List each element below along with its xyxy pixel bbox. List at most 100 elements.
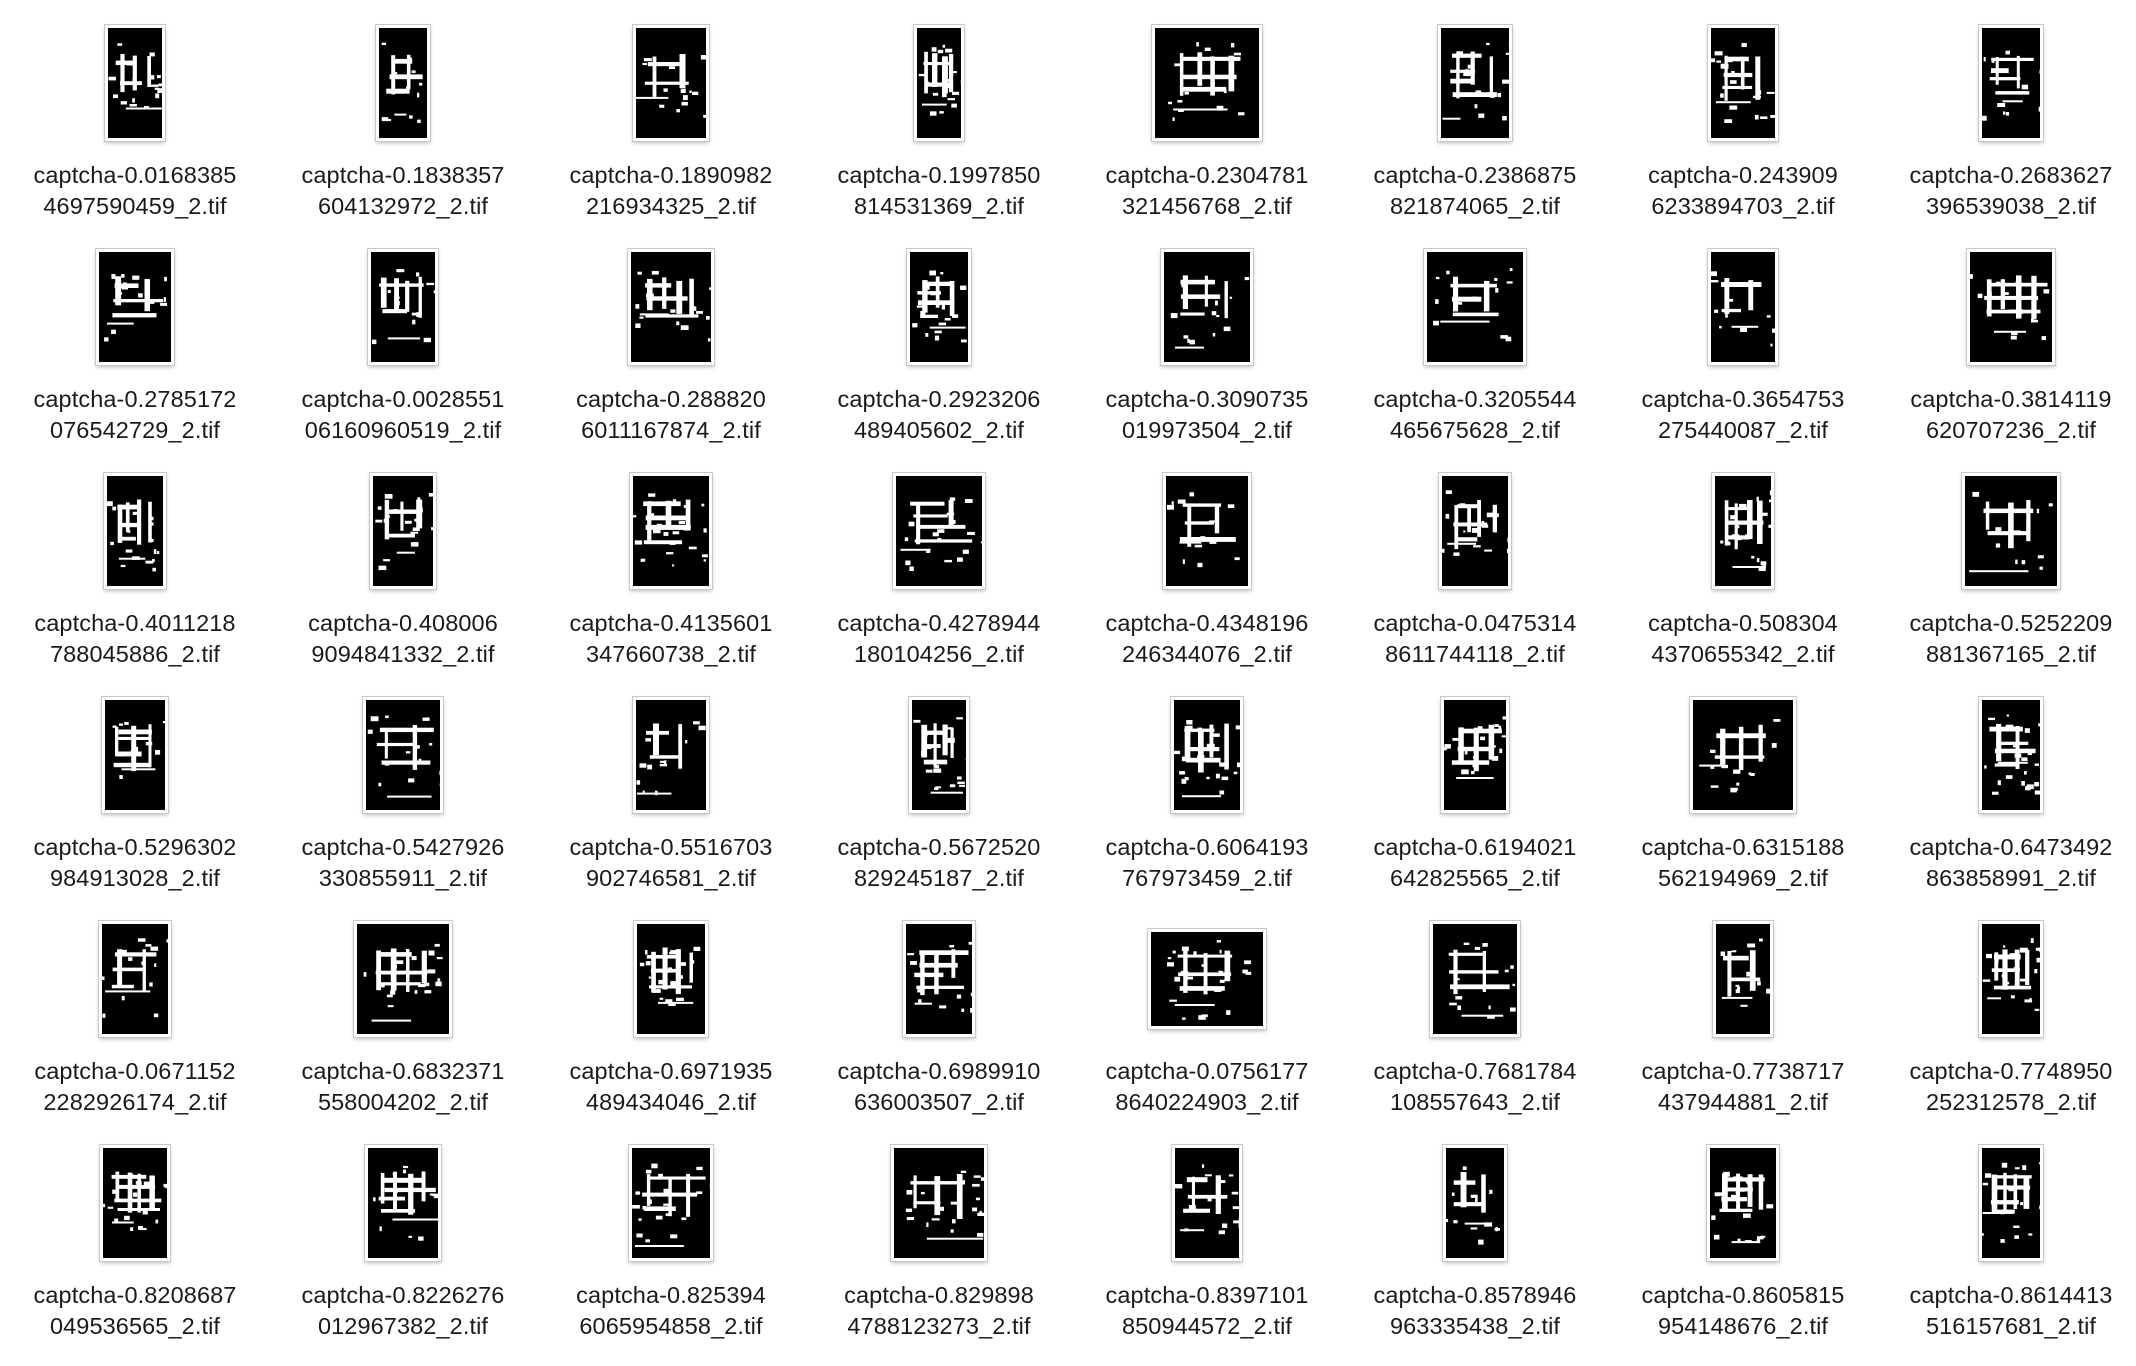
file-item[interactable]: captcha-0.2386875821874065_2.tif: [1341, 22, 1609, 246]
file-item[interactable]: captcha-0.6989910636003507_2.tif: [805, 918, 1073, 1142]
file-name[interactable]: captcha-0.1890982216934325_2.tif: [537, 160, 805, 222]
captcha-thumbnail-image[interactable]: [1152, 25, 1262, 141]
file-item[interactable]: captcha-0.5252209881367165_2.tif: [1877, 470, 2136, 694]
captcha-thumbnail-image[interactable]: [903, 921, 975, 1037]
captcha-thumbnail-image[interactable]: [909, 697, 969, 813]
captcha-thumbnail-image[interactable]: [1171, 697, 1243, 813]
file-name[interactable]: captcha-0.2888206011167874_2.tif: [537, 384, 805, 446]
captcha-thumbnail-image[interactable]: [368, 249, 438, 365]
file-name[interactable]: captcha-0.8397101850944572_2.tif: [1073, 1280, 1341, 1342]
captcha-thumbnail-image[interactable]: [1690, 697, 1796, 813]
captcha-thumbnail-image[interactable]: [1443, 1145, 1507, 1261]
captcha-thumbnail-image[interactable]: [1979, 921, 2043, 1037]
file-name[interactable]: captcha-0.8605815954148676_2.tif: [1609, 1280, 1877, 1342]
file-name[interactable]: captcha-0.2683627396539038_2.tif: [1877, 160, 2136, 222]
captcha-thumbnail-image[interactable]: [363, 697, 443, 813]
file-item[interactable]: captcha-0.2439096233894703_2.tif: [1609, 22, 1877, 246]
file-name[interactable]: captcha-0.1997850814531369_2.tif: [805, 160, 1073, 222]
captcha-thumbnail-image[interactable]: [1979, 697, 2043, 813]
file-item[interactable]: captcha-0.2304781321456768_2.tif: [1073, 22, 1341, 246]
file-item[interactable]: captcha-0.8605815954148676_2.tif: [1609, 1142, 1877, 1366]
file-item[interactable]: captcha-0.8298984788123273_2.tif: [805, 1142, 1073, 1366]
file-item[interactable]: captcha-0.5083044370655342_2.tif: [1609, 470, 1877, 694]
captcha-thumbnail-image[interactable]: [370, 473, 436, 589]
captcha-thumbnail-image[interactable]: [1979, 1145, 2043, 1261]
file-name[interactable]: captcha-0.6315188562194969_2.tif: [1609, 832, 1877, 894]
file-name[interactable]: captcha-0.8208687049536565_2.tif: [1, 1280, 269, 1342]
file-name[interactable]: captcha-0.7738717437944881_2.tif: [1609, 1056, 1877, 1118]
captcha-thumbnail-image[interactable]: [1161, 249, 1253, 365]
file-name[interactable]: captcha-0.1838357604132972_2.tif: [269, 160, 537, 222]
file-name[interactable]: captcha-0.6971935489434046_2.tif: [537, 1056, 805, 1118]
captcha-thumbnail-image[interactable]: [1163, 473, 1251, 589]
captcha-thumbnail-image[interactable]: [1708, 249, 1778, 365]
file-name[interactable]: captcha-0.8226276012967382_2.tif: [269, 1280, 537, 1342]
file-item[interactable]: captcha-0.5427926330855911_2.tif: [269, 694, 537, 918]
file-name[interactable]: captcha-0.01683854697590459_2.tif: [1, 160, 269, 222]
file-item[interactable]: captcha-0.8253946065954858_2.tif: [537, 1142, 805, 1366]
file-item[interactable]: captcha-0.8226276012967382_2.tif: [269, 1142, 537, 1366]
captcha-thumbnail-image[interactable]: [1148, 929, 1266, 1029]
captcha-thumbnail-image[interactable]: [1979, 25, 2043, 141]
captcha-thumbnail-image[interactable]: [914, 25, 964, 141]
file-item[interactable]: captcha-0.01683854697590459_2.tif: [1, 22, 269, 246]
captcha-thumbnail-image[interactable]: [354, 921, 452, 1037]
file-name[interactable]: captcha-0.6473492863858991_2.tif: [1877, 832, 2136, 894]
file-item[interactable]: captcha-0.6194021642825565_2.tif: [1341, 694, 1609, 918]
file-item[interactable]: captcha-0.5296302984913028_2.tif: [1, 694, 269, 918]
file-name[interactable]: captcha-0.7748950252312578_2.tif: [1877, 1056, 2136, 1118]
file-name[interactable]: captcha-0.8578946963335438_2.tif: [1341, 1280, 1609, 1342]
file-item[interactable]: captcha-0.6064193767973459_2.tif: [1073, 694, 1341, 918]
file-item[interactable]: captcha-0.5672520829245187_2.tif: [805, 694, 1073, 918]
file-name[interactable]: captcha-0.6194021642825565_2.tif: [1341, 832, 1609, 894]
file-name[interactable]: captcha-0.4135601347660738_2.tif: [537, 608, 805, 670]
file-item[interactable]: captcha-0.2923206489405602_2.tif: [805, 246, 1073, 470]
captcha-thumbnail-image[interactable]: [1708, 25, 1778, 141]
captcha-thumbnail-image[interactable]: [633, 697, 709, 813]
captcha-thumbnail-image[interactable]: [102, 697, 168, 813]
file-name[interactable]: captcha-0.3090735019973504_2.tif: [1073, 384, 1341, 446]
captcha-thumbnail-image[interactable]: [96, 249, 174, 365]
file-item[interactable]: captcha-0.3205544465675628_2.tif: [1341, 246, 1609, 470]
captcha-thumbnail-image[interactable]: [1713, 921, 1773, 1037]
captcha-thumbnail-image[interactable]: [893, 473, 985, 589]
file-name[interactable]: captcha-0.07561778640224903_2.tif: [1073, 1056, 1341, 1118]
file-item[interactable]: captcha-0.3814119620707236_2.tif: [1877, 246, 2136, 470]
file-item[interactable]: captcha-0.8578946963335438_2.tif: [1341, 1142, 1609, 1366]
file-name[interactable]: captcha-0.4278944180104256_2.tif: [805, 608, 1073, 670]
file-name[interactable]: captcha-0.5296302984913028_2.tif: [1, 832, 269, 894]
file-name[interactable]: captcha-0.5252209881367165_2.tif: [1877, 608, 2136, 670]
file-item[interactable]: captcha-0.8397101850944572_2.tif: [1073, 1142, 1341, 1366]
captcha-thumbnail-image[interactable]: [1439, 473, 1511, 589]
file-item[interactable]: captcha-0.1890982216934325_2.tif: [537, 22, 805, 246]
file-name[interactable]: captcha-0.5427926330855911_2.tif: [269, 832, 537, 894]
file-item[interactable]: captcha-0.4011218788045886_2.tif: [1, 470, 269, 694]
file-item[interactable]: captcha-0.2888206011167874_2.tif: [537, 246, 805, 470]
captcha-thumbnail-image[interactable]: [105, 25, 165, 141]
captcha-thumbnail-image[interactable]: [1712, 473, 1774, 589]
captcha-thumbnail-image[interactable]: [891, 1145, 987, 1261]
file-name[interactable]: captcha-0.3814119620707236_2.tif: [1877, 384, 2136, 446]
file-item[interactable]: captcha-0.6971935489434046_2.tif: [537, 918, 805, 1142]
file-item[interactable]: captcha-0.06711522282926174_2.tif: [1, 918, 269, 1142]
captcha-thumbnail-image[interactable]: [1438, 25, 1512, 141]
file-name[interactable]: captcha-0.5083044370655342_2.tif: [1609, 608, 1877, 670]
file-item[interactable]: captcha-0.8614413516157681_2.tif: [1877, 1142, 2136, 1366]
file-item[interactable]: captcha-0.07561778640224903_2.tif: [1073, 918, 1341, 1142]
file-name[interactable]: captcha-0.7681784108557643_2.tif: [1341, 1056, 1609, 1118]
captcha-thumbnail-image[interactable]: [1424, 249, 1526, 365]
file-item[interactable]: captcha-0.002855106160960519_2.tif: [269, 246, 537, 470]
file-item[interactable]: captcha-0.3090735019973504_2.tif: [1073, 246, 1341, 470]
captcha-thumbnail-image[interactable]: [1441, 697, 1509, 813]
captcha-thumbnail-image[interactable]: [1430, 921, 1520, 1037]
file-name[interactable]: captcha-0.8614413516157681_2.tif: [1877, 1280, 2136, 1342]
file-name[interactable]: captcha-0.3205544465675628_2.tif: [1341, 384, 1609, 446]
file-item[interactable]: captcha-0.4080069094841332_2.tif: [269, 470, 537, 694]
file-name[interactable]: captcha-0.06711522282926174_2.tif: [1, 1056, 269, 1118]
captcha-thumbnail-image[interactable]: [1967, 249, 2055, 365]
file-name[interactable]: captcha-0.4348196246344076_2.tif: [1073, 608, 1341, 670]
captcha-thumbnail-image[interactable]: [628, 249, 714, 365]
captcha-thumbnail-image[interactable]: [99, 921, 171, 1037]
file-item[interactable]: captcha-0.8208687049536565_2.tif: [1, 1142, 269, 1366]
file-name[interactable]: captcha-0.2785172076542729_2.tif: [1, 384, 269, 446]
